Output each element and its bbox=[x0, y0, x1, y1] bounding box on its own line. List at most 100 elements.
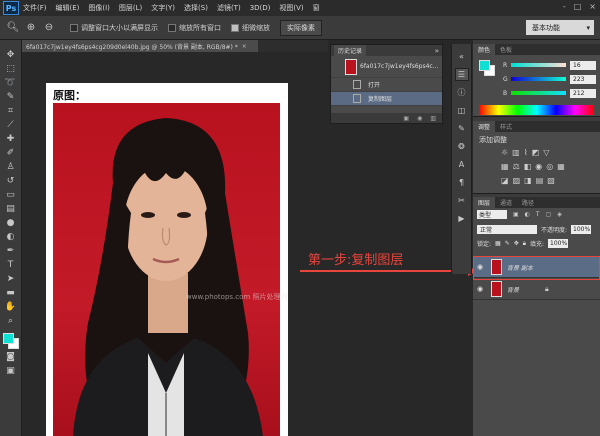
menu-filter[interactable]: 滤镜(T) bbox=[217, 3, 241, 13]
lasso-tool-icon[interactable]: ➰ bbox=[3, 76, 19, 89]
close-icon[interactable]: × bbox=[242, 43, 247, 50]
marquee-tool-icon[interactable]: ⬚ bbox=[3, 62, 19, 75]
channel-mixer-icon[interactable]: ◎ bbox=[546, 162, 553, 171]
tab-adjustments[interactable]: 调整 bbox=[473, 121, 496, 132]
green-slider-track[interactable] bbox=[511, 77, 566, 81]
tab-channels[interactable]: 通道 bbox=[495, 197, 517, 208]
tab-layers[interactable]: 图层 bbox=[473, 197, 496, 208]
tab-styles[interactable]: 样式 bbox=[495, 121, 517, 132]
layer-row-background[interactable]: ◉ 背景 🔒︎ bbox=[473, 279, 600, 300]
levels-icon[interactable]: ▥ bbox=[512, 148, 520, 157]
threshold-icon[interactable]: ◨ bbox=[524, 176, 532, 185]
black-white-icon[interactable]: ◧ bbox=[524, 162, 532, 171]
checkbox-box[interactable] bbox=[168, 23, 176, 32]
trash-icon[interactable]: ▥ bbox=[430, 115, 436, 122]
menu-image[interactable]: 图像(I) bbox=[88, 3, 110, 13]
vibrance-icon[interactable]: ▽ bbox=[543, 148, 549, 157]
blue-slider-track[interactable] bbox=[511, 91, 566, 95]
workspace-select[interactable]: 基本功能 ▾ bbox=[526, 20, 594, 35]
actual-pixels-button[interactable]: 实际像素 bbox=[280, 19, 322, 36]
healing-brush-tool-icon[interactable]: ✚ bbox=[3, 132, 19, 145]
history-item-open[interactable]: 打开 bbox=[331, 78, 442, 92]
posterize-icon[interactable]: ▨ bbox=[513, 176, 521, 185]
adjustment-filter-icon[interactable]: ◐ bbox=[525, 211, 530, 218]
dodge-tool-icon[interactable]: ◐ bbox=[3, 230, 19, 243]
color-lookup-icon[interactable]: ▦ bbox=[557, 162, 565, 171]
tab-history[interactable]: 历史记录 bbox=[334, 45, 367, 56]
history-panel-icon[interactable]: ☰ bbox=[454, 68, 469, 81]
color-balance-icon[interactable]: ⚖ bbox=[513, 162, 520, 171]
smart-filter-icon[interactable]: ◈ bbox=[557, 211, 562, 218]
character-panel-icon[interactable]: A bbox=[455, 158, 469, 171]
path-select-tool-icon[interactable]: ➤ bbox=[3, 272, 19, 285]
red-slider-track[interactable] bbox=[511, 63, 566, 67]
move-tool-icon[interactable]: ✥ bbox=[3, 48, 19, 61]
type-tool-icon[interactable]: T bbox=[3, 258, 19, 271]
shape-tool-icon[interactable]: ▬ bbox=[3, 286, 19, 299]
screen-mode-icon[interactable]: ▣ bbox=[3, 364, 19, 377]
actions-panel-icon[interactable]: ▶ bbox=[455, 212, 469, 225]
brush-presets-icon[interactable]: ❂ bbox=[455, 140, 469, 153]
menu-layer[interactable]: 图层(L) bbox=[119, 3, 142, 13]
foreground-color-swatch[interactable] bbox=[479, 60, 490, 71]
green-value-input[interactable]: 223 bbox=[570, 74, 596, 84]
brush-tool-icon[interactable]: ✐ bbox=[3, 146, 19, 159]
menu-edit[interactable]: 编辑(E) bbox=[56, 3, 80, 13]
brush-panel-icon[interactable]: ✎ bbox=[455, 122, 469, 135]
menu-3d[interactable]: 3D(D) bbox=[250, 4, 271, 12]
history-brush-tool-icon[interactable]: ↺ bbox=[3, 174, 19, 187]
color-swatches[interactable] bbox=[2, 332, 20, 350]
brightness-icon[interactable]: ☼ bbox=[501, 148, 508, 157]
quick-select-tool-icon[interactable]: ✎ bbox=[3, 90, 19, 103]
scrubby-zoom-checkbox[interactable]: 细微缩放 bbox=[231, 23, 270, 33]
menu-select[interactable]: 选择(S) bbox=[184, 3, 208, 13]
shape-filter-icon[interactable]: ▢ bbox=[546, 211, 552, 218]
checkbox-box[interactable] bbox=[231, 23, 239, 32]
blend-mode-select[interactable]: 正常 bbox=[477, 225, 537, 234]
clone-stamp-tool-icon[interactable]: ♙ bbox=[3, 160, 19, 173]
exposure-icon[interactable]: ◩ bbox=[532, 148, 540, 157]
hand-tool-icon[interactable]: ✋ bbox=[3, 300, 19, 313]
lock-image-icon[interactable]: ✎ bbox=[505, 240, 510, 247]
opacity-input[interactable]: 100% bbox=[571, 225, 592, 234]
zoom-tool-icon[interactable]: ⌕ bbox=[3, 314, 19, 327]
lock-position-icon[interactable]: ✥ bbox=[514, 240, 519, 247]
type-filter-icon[interactable]: T bbox=[536, 211, 540, 218]
collapse-icon[interactable]: » bbox=[435, 47, 439, 55]
quick-mask-icon[interactable]: ◙ bbox=[3, 350, 19, 363]
tab-color[interactable]: 颜色 bbox=[473, 44, 496, 55]
lock-transparent-icon[interactable]: ▦ bbox=[495, 240, 501, 247]
image-filter-icon[interactable]: ▣ bbox=[513, 211, 519, 218]
gradient-tool-icon[interactable]: ▤ bbox=[3, 202, 19, 215]
tool-presets-icon[interactable]: ✂ bbox=[455, 194, 469, 207]
hue-saturation-icon[interactable]: ▦ bbox=[501, 162, 509, 171]
color-slider-red[interactable]: R 16 bbox=[503, 60, 598, 70]
crop-tool-icon[interactable]: ⌗ bbox=[3, 104, 19, 117]
curves-icon[interactable]: ⌇ bbox=[524, 148, 528, 157]
color-spectrum-ramp[interactable] bbox=[479, 105, 594, 115]
gradient-map-icon[interactable]: ▤ bbox=[536, 176, 544, 185]
eyedropper-tool-icon[interactable]: ⟋ bbox=[3, 118, 19, 131]
layer-kind-select[interactable]: 类型 bbox=[477, 210, 507, 219]
selective-color-icon[interactable]: ▧ bbox=[547, 176, 555, 185]
menu-file[interactable]: 文件(F) bbox=[23, 3, 47, 13]
maximize-button[interactable]: □ bbox=[574, 2, 582, 11]
minimize-button[interactable]: - bbox=[563, 2, 566, 11]
properties-panel-icon[interactable]: ◫ bbox=[455, 104, 469, 117]
menu-view[interactable]: 视图(V) bbox=[279, 3, 303, 13]
camera-icon[interactable]: ◉ bbox=[417, 115, 422, 122]
paragraph-panel-icon[interactable]: ¶ bbox=[455, 176, 469, 189]
layer-name[interactable]: 背景 bbox=[507, 285, 519, 294]
eye-icon[interactable]: ◉ bbox=[473, 285, 487, 293]
new-document-from-state-icon[interactable]: ▣ bbox=[403, 115, 409, 122]
color-slider-blue[interactable]: B 212 bbox=[503, 88, 598, 98]
eraser-tool-icon[interactable]: ▭ bbox=[3, 188, 19, 201]
zoom-in-icon[interactable]: ⊕ bbox=[24, 21, 38, 35]
zoom-tool-icon[interactable]: 🔍︎ bbox=[6, 21, 20, 35]
dock-collapse-icon[interactable]: « bbox=[455, 50, 469, 63]
close-button[interactable]: × bbox=[589, 2, 596, 11]
blur-tool-icon[interactable]: ● bbox=[3, 216, 19, 229]
info-panel-icon[interactable]: ⓘ bbox=[455, 86, 469, 99]
red-value-input[interactable]: 16 bbox=[570, 60, 596, 70]
blue-value-input[interactable]: 212 bbox=[570, 88, 596, 98]
